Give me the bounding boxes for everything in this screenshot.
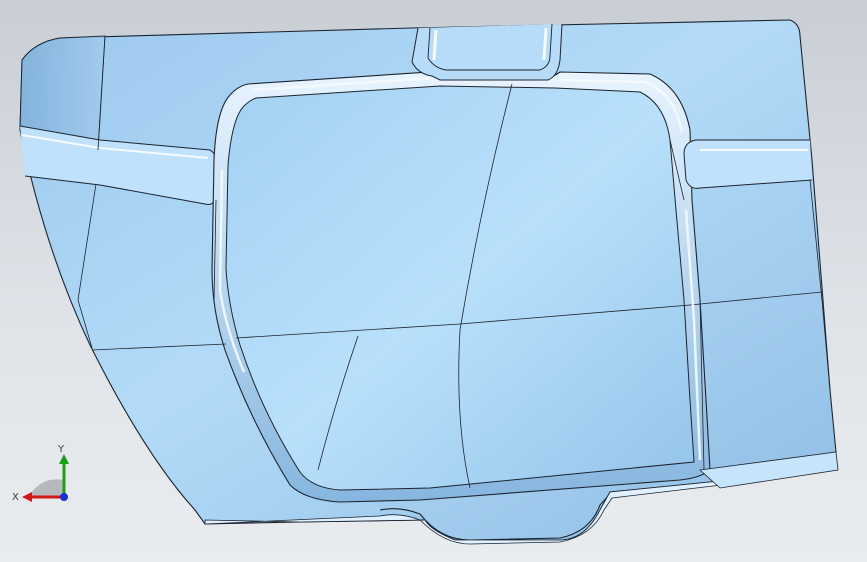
y-axis-label: Y xyxy=(57,444,65,455)
inner-pocket-floor xyxy=(225,85,695,491)
x-axis-arrow-icon xyxy=(22,492,32,502)
x-axis-label: X xyxy=(12,492,19,503)
graphics-viewport[interactable]: Y X xyxy=(0,0,867,562)
3d-model-view[interactable] xyxy=(0,0,867,562)
y-axis-arrow-icon xyxy=(59,454,69,464)
right-slot-groove xyxy=(683,139,813,189)
axis-triad: Y X xyxy=(12,444,69,503)
triad-base-shadow xyxy=(28,479,64,498)
z-axis-dot-icon xyxy=(60,493,68,501)
